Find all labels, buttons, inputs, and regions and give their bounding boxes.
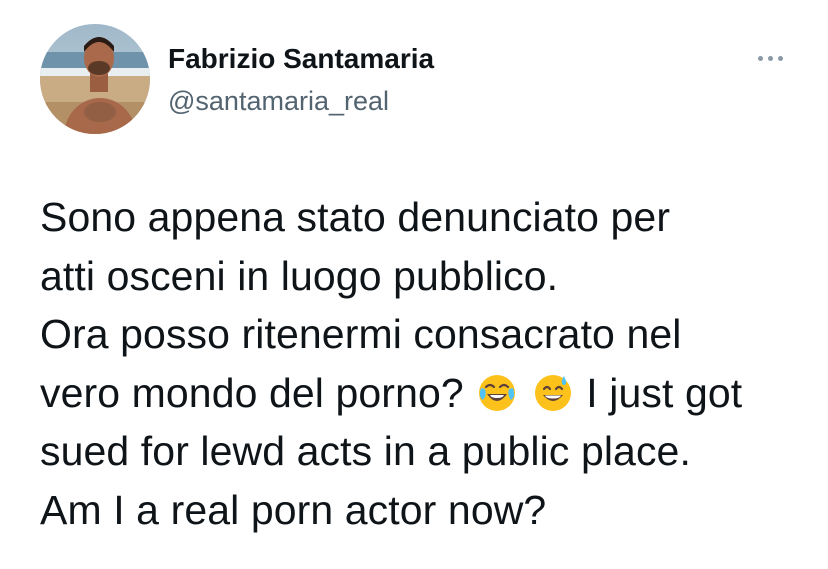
avatar-photo-icon bbox=[40, 24, 150, 134]
tweet-text-segment: I just got bbox=[586, 369, 743, 416]
ellipsis-icon bbox=[777, 55, 783, 61]
tweet-text-line-with-emoji: vero mondo del porno? I just got bbox=[40, 364, 810, 423]
tweet-text-line: atti osceni in luogo pubblico. bbox=[40, 252, 559, 299]
ellipsis-icon bbox=[757, 55, 763, 61]
tweet-text-line: Am I a real porn actor now? bbox=[40, 486, 547, 533]
grinning-face-with-sweat-icon bbox=[533, 373, 573, 413]
tweet-text-line: Sono appena stato denunciato per bbox=[40, 194, 671, 240]
author-avatar[interactable] bbox=[40, 24, 150, 134]
tweet-text-segment: vero mondo del porno? bbox=[40, 369, 464, 416]
face-with-tears-of-joy-icon bbox=[477, 373, 517, 413]
tweet-text-line: sued for lewd acts in a public place. bbox=[40, 428, 691, 474]
tweet-text-line: Ora posso ritenermi consacrato nel bbox=[40, 311, 682, 357]
more-options-button[interactable] bbox=[750, 46, 790, 70]
tweet-card: Fabrizio Santamaria @santamaria_real Son… bbox=[0, 0, 828, 569]
author-display-name[interactable]: Fabrizio Santamaria bbox=[168, 42, 434, 76]
tweet-text: Sono appena stato denunciato per atti os… bbox=[40, 188, 810, 539]
author-handle[interactable]: @santamaria_real bbox=[168, 84, 389, 118]
ellipsis-icon bbox=[767, 55, 773, 61]
